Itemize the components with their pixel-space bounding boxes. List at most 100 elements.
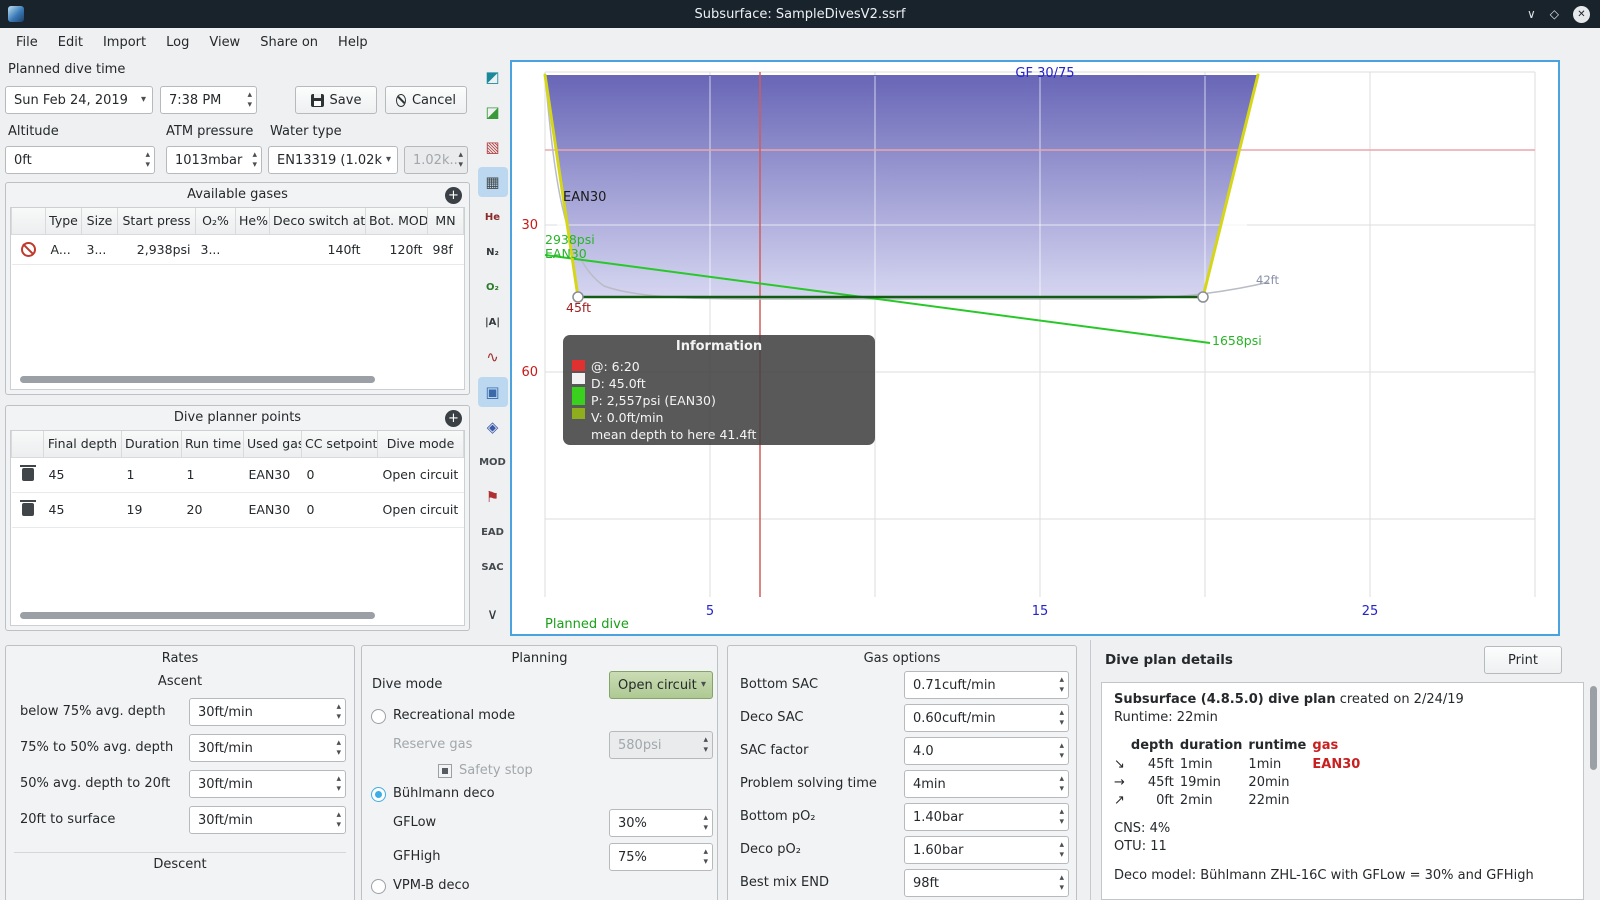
heart-rate-icon[interactable]: ∿ <box>478 342 508 372</box>
spinner-arrows-icon[interactable] <box>1059 873 1064 893</box>
vertical-scrollbar[interactable] <box>1590 686 1597 770</box>
available-gases-title: Available gases <box>187 187 288 202</box>
altitude-spinner[interactable]: 0ft <box>5 146 155 174</box>
best-mix-end-spinner[interactable]: 98ft <box>904 869 1069 897</box>
menu-share-on[interactable]: Share on <box>250 31 328 54</box>
menu-help[interactable]: Help <box>328 31 378 54</box>
menu-log[interactable]: Log <box>156 31 199 54</box>
deco-po2-spinner[interactable]: 1.60bar <box>904 836 1069 864</box>
spinner-arrows-icon[interactable] <box>336 774 341 794</box>
rate-label: 75% to 50% avg. depth <box>20 740 174 755</box>
tooltip-line: mean depth to here 41.4ft <box>591 427 757 442</box>
gas-table-row[interactable]: A... 3... 2,938psi 3... 140ft 120ft 98f <box>11 234 464 265</box>
print-button[interactable]: Print <box>1484 646 1562 674</box>
scroll-down-icon[interactable]: ∨ <box>478 599 508 629</box>
dive-date-combo[interactable]: Sun Feb 24, 2019 <box>5 86 153 114</box>
start-pressure-label: 2938psi <box>545 232 595 247</box>
atm-pressure-spinner[interactable]: 1013mbar <box>166 146 262 174</box>
table-header-row: Type Size Start press O₂% He% Deco switc… <box>11 208 464 235</box>
dive-time-spinner[interactable]: 7:38 PM <box>160 86 257 114</box>
cancel-button[interactable]: Cancel <box>385 86 467 114</box>
spinner-arrows-icon[interactable] <box>247 90 252 110</box>
sac-icon[interactable]: SAC <box>478 552 508 582</box>
delete-gas-icon[interactable] <box>21 241 36 257</box>
plan-table-header: depth duration runtime gas <box>1130 738 1339 754</box>
info-tooltip[interactable]: Information @: 6:20 D: 45.0ft P: 2,557ps… <box>563 335 875 445</box>
ascent-rate-spinner[interactable]: 30ft/min <box>189 770 346 798</box>
ascent-rate-spinner[interactable]: 30ft/min <box>189 734 346 762</box>
rates-panel: Rates Ascent below 75% avg. depth 30ft/m… <box>5 645 355 900</box>
photos-icon[interactable]: ▣ <box>477 377 508 407</box>
plan-table-row: → 45ft 19min 20min <box>1114 774 1366 792</box>
spinner-arrows-icon[interactable] <box>1059 774 1064 794</box>
plan-table: depth duration runtime gas ↘ 45ft 1min 1… <box>1114 737 1366 810</box>
save-button[interactable]: Save <box>295 86 377 114</box>
menu-view[interactable]: View <box>199 31 250 54</box>
tank-bar-icon[interactable]: ◈ <box>478 412 508 442</box>
spinner-arrows-icon[interactable] <box>703 813 708 833</box>
vpmb-deco-radio[interactable] <box>371 879 386 894</box>
ndl-icon[interactable]: ⚑ <box>478 482 508 512</box>
dive-profile-chart[interactable]: GF 30/75 30 60 5 15 25 EAN30 2938psi EAN… <box>510 60 1560 636</box>
time-tick-25: 25 <box>1362 604 1379 619</box>
spinner-arrows-icon[interactable] <box>703 847 708 867</box>
po2-graph-icon[interactable]: ◩ <box>478 62 508 92</box>
ascent-rate-spinner[interactable]: 30ft/min <box>189 698 346 726</box>
menu-edit[interactable]: Edit <box>48 31 93 54</box>
add-gas-button[interactable]: + <box>445 187 462 204</box>
bottom-sac-spinner[interactable]: 0.71cuft/min <box>904 671 1069 699</box>
maximize-icon[interactable] <box>1550 7 1559 21</box>
planner-point-row[interactable]: 45 1 1 EAN30 0 Open circuit <box>11 457 464 493</box>
dive-mode-combo[interactable]: Open circuit <box>609 671 713 699</box>
deco-sac-spinner[interactable]: 0.60cuft/min <box>904 704 1069 732</box>
annotations-icon[interactable]: |A| <box>478 307 508 337</box>
pn2-graph-icon[interactable]: ◪ <box>478 97 508 127</box>
menu-import[interactable]: Import <box>93 31 156 54</box>
he-graph-icon[interactable]: He <box>478 202 508 232</box>
spinner-arrows-icon[interactable] <box>1059 741 1064 761</box>
sac-factor-spinner[interactable]: 4.0 <box>904 737 1069 765</box>
n2-graph-icon[interactable]: N₂ <box>478 237 508 267</box>
delete-point-icon[interactable] <box>19 500 36 516</box>
window-title: Subsurface: SampleDivesV2.ssrf <box>694 6 906 22</box>
recreational-mode-radio[interactable] <box>371 709 386 724</box>
buhlmann-deco-label: Bühlmann deco <box>393 786 495 801</box>
safety-stop-checkbox[interactable] <box>438 764 452 778</box>
gfhigh-spinner[interactable]: 75% <box>609 843 713 871</box>
spinner-arrows-icon[interactable] <box>1059 807 1064 827</box>
delete-point-icon[interactable] <box>19 465 36 481</box>
planner-point-row[interactable]: 45 19 20 EAN30 0 Open circuit <box>11 492 464 528</box>
menu-file[interactable]: File <box>6 31 48 54</box>
profile-handle[interactable] <box>1197 291 1209 303</box>
o2-graph-icon[interactable]: O₂ <box>478 272 508 302</box>
spinner-arrows-icon[interactable] <box>336 810 341 830</box>
spinner-arrows-icon[interactable] <box>336 738 341 758</box>
horizontal-scrollbar[interactable] <box>20 612 375 619</box>
ead-icon[interactable]: EAD <box>478 517 508 547</box>
shade-icon[interactable] <box>1527 7 1536 21</box>
water-type-combo[interactable]: EN13319 (1.02k <box>268 146 398 174</box>
spinner-arrows-icon[interactable] <box>252 150 257 170</box>
descend-arrow-icon: ↘ <box>1114 756 1125 772</box>
spinner-arrows-icon[interactable] <box>1059 708 1064 728</box>
spinner-arrows-icon[interactable] <box>1059 840 1064 860</box>
buhlmann-deco-radio[interactable] <box>371 787 386 802</box>
bottom-sac-label: Bottom SAC <box>740 677 819 692</box>
tooltip-line: P: 2,557psi (EAN30) <box>591 393 716 408</box>
close-icon[interactable] <box>1573 5 1590 23</box>
spinner-arrows-icon[interactable] <box>1059 675 1064 695</box>
gflow-spinner[interactable]: 30% <box>609 809 713 837</box>
ascent-rate-spinner[interactable]: 30ft/min <box>189 806 346 834</box>
calculated-ceiling-icon[interactable]: ▦ <box>477 167 508 197</box>
rate-label: 50% avg. depth to 20ft <box>20 776 171 791</box>
horizontal-scrollbar[interactable] <box>20 376 375 383</box>
spinner-arrows-icon[interactable] <box>145 150 150 170</box>
add-point-button[interactable]: + <box>445 410 462 427</box>
level-arrow-icon: → <box>1114 774 1125 790</box>
mod-icon[interactable]: MOD <box>478 447 508 477</box>
rate-label: below 75% avg. depth <box>20 704 166 719</box>
spinner-arrows-icon[interactable] <box>336 702 341 722</box>
bottom-po2-spinner[interactable]: 1.40bar <box>904 803 1069 831</box>
problem-time-spinner[interactable]: 4min <box>904 770 1069 798</box>
ceiling-icon[interactable]: ▧ <box>478 132 508 162</box>
